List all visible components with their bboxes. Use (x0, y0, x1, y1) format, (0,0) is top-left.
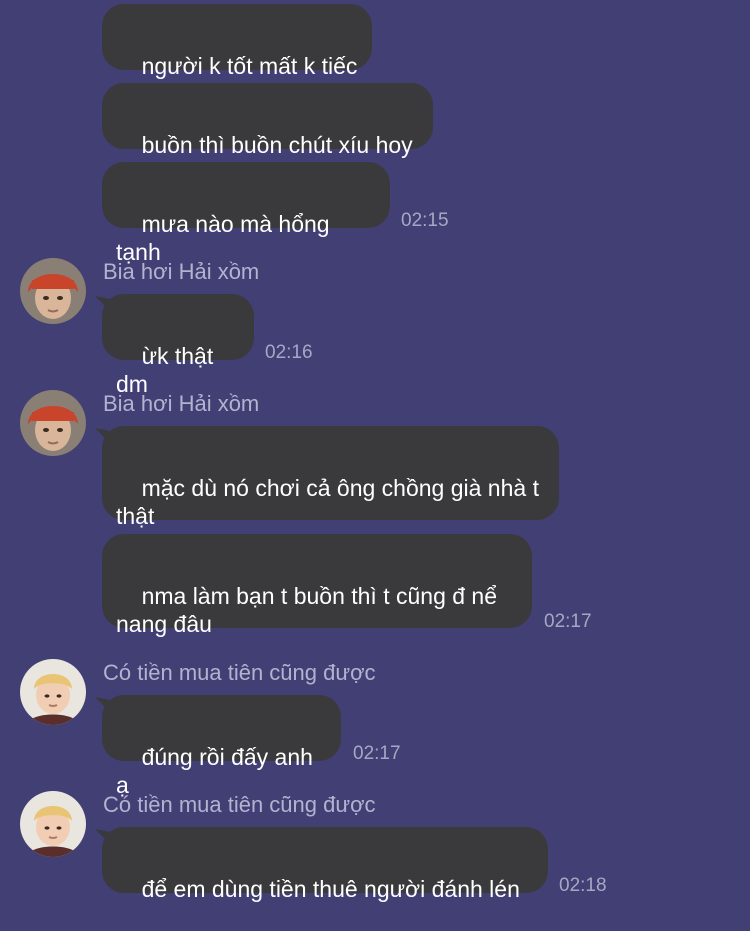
message-timestamp: 02:18 (559, 875, 607, 896)
sender-name: Có tiền mua tiên cũng được (103, 792, 376, 817)
message-bubble[interactable]: buồn thì buồn chút xíu hoy (102, 83, 433, 158)
sender-name: Bia hơi Hải xồm (103, 391, 260, 416)
avatar-image (20, 791, 86, 857)
message-text: mưa nào mà hổng tạnh (116, 211, 336, 265)
avatar-image (20, 390, 86, 456)
message-text: nma làm bạn t buồn thì t cũng đ nể nang … (116, 583, 504, 637)
message-bubble[interactable]: mặc dù nó chơi cả ông chồng già nhà t th… (102, 426, 559, 529)
message-text: ừk thật dm (116, 343, 220, 397)
message-timestamp: 02:17 (544, 611, 592, 632)
avatar[interactable] (20, 390, 86, 456)
message-text: để em dùng tiền thuê người đánh lén (141, 876, 520, 902)
message-timestamp: 02:17 (353, 743, 401, 764)
avatar-image (20, 659, 86, 725)
avatar[interactable] (20, 258, 86, 324)
sender-name: Có tiền mua tiên cũng được (103, 660, 376, 685)
message-bubble[interactable]: người k tốt mất k tiếc (102, 4, 372, 79)
message-timestamp: 02:15 (401, 210, 449, 231)
message-text: mặc dù nó chơi cả ông chồng già nhà t th… (116, 475, 546, 529)
message-timestamp: 02:16 (265, 342, 313, 363)
message-bubble[interactable]: để em dùng tiền thuê người đánh lén (102, 827, 548, 902)
avatar[interactable] (20, 659, 86, 725)
avatar[interactable] (20, 791, 86, 857)
sender-name: Bia hơi Hải xồm (103, 259, 260, 284)
avatar-image (20, 258, 86, 324)
message-bubble[interactable]: mưa nào mà hổng tạnh (102, 162, 390, 265)
message-text: đúng rồi đấy anh ạ (116, 744, 320, 798)
message-bubble[interactable]: đúng rồi đấy anh ạ (102, 695, 341, 798)
message-bubble[interactable]: ừk thật dm (102, 294, 254, 397)
chat-thread: người k tốt mất k tiếc buồn thì buồn chú… (0, 0, 750, 909)
message-text: người k tốt mất k tiếc (141, 53, 358, 79)
message-bubble[interactable]: nma làm bạn t buồn thì t cũng đ nể nang … (102, 534, 532, 637)
message-text: buồn thì buồn chút xíu hoy (141, 132, 413, 158)
